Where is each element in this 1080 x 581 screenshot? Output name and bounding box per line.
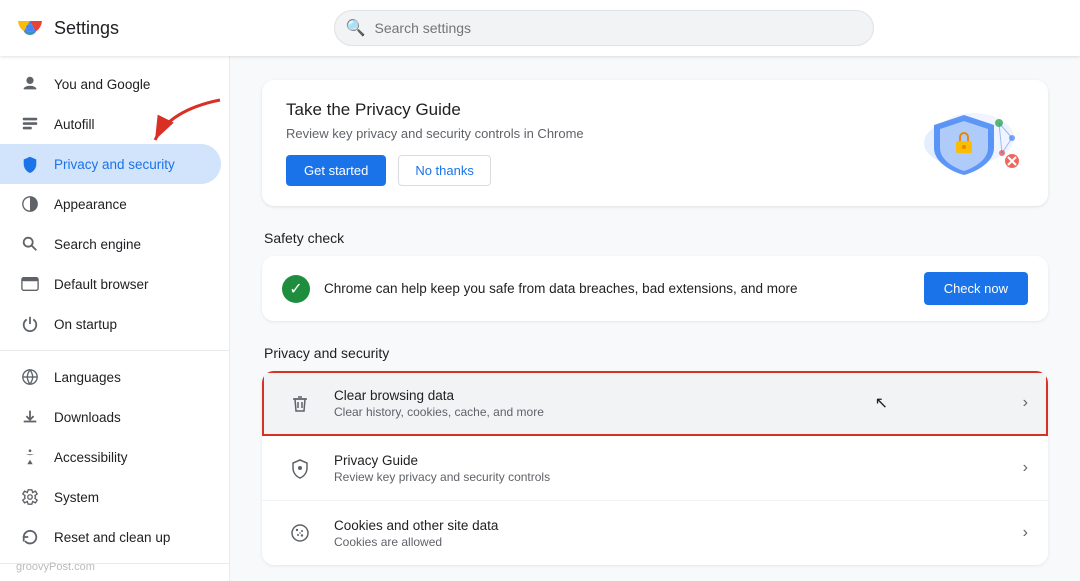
cookies-desc: Cookies are allowed (334, 535, 1015, 549)
privacy-guide-icon (282, 450, 318, 486)
chevron-right-icon-clear-browsing: › (1023, 394, 1028, 412)
browser-icon (20, 274, 40, 294)
chevron-right-icon-cookies: › (1023, 524, 1028, 542)
watermark: groovyPost.com (16, 561, 95, 573)
sidebar-item-languages[interactable]: Languages (0, 357, 221, 397)
sidebar-item-appearance[interactable]: Appearance (0, 184, 221, 224)
banner-title: Take the Privacy Guide (286, 100, 584, 120)
main-layout: You and Google Autofill Privacy and secu… (0, 56, 1080, 581)
trash-icon (282, 385, 318, 421)
sidebar-item-reset-and-clean-up[interactable]: Reset and clean up (0, 517, 221, 557)
sidebar-label-search-engine: Search engine (54, 237, 201, 252)
privacy-section-title: Privacy and security (262, 345, 1048, 361)
search-engine-icon (20, 234, 40, 254)
check-now-button[interactable]: Check now (924, 272, 1028, 305)
accessibility-icon (20, 447, 40, 467)
banner-description: Review key privacy and security controls… (286, 126, 584, 141)
content-area: Take the Privacy Guide Review key privac… (230, 56, 1080, 581)
language-icon (20, 367, 40, 387)
safety-check-section-title: Safety check (262, 230, 1048, 246)
shield-icon (20, 154, 40, 174)
search-input[interactable] (334, 10, 874, 46)
sidebar-item-accessibility[interactable]: Accessibility (0, 437, 221, 477)
chrome-logo-icon (16, 14, 44, 42)
sidebar-label-you-and-google: You and Google (54, 77, 201, 92)
sidebar: You and Google Autofill Privacy and secu… (0, 56, 230, 581)
header: Settings 🔍 (0, 0, 1080, 56)
privacy-guide-desc: Review key privacy and security controls (334, 470, 1015, 484)
chevron-right-icon-privacy-guide: › (1023, 459, 1028, 477)
sidebar-label-on-startup: On startup (54, 317, 201, 332)
clear-browsing-data-title: Clear browsing data (334, 388, 1015, 403)
sidebar-label-languages: Languages (54, 370, 201, 385)
banner-content: Take the Privacy Guide Review key privac… (286, 100, 584, 186)
sidebar-label-downloads: Downloads (54, 410, 201, 425)
sidebar-item-on-startup[interactable]: On startup (0, 304, 221, 344)
sidebar-item-you-and-google[interactable]: You and Google (0, 64, 221, 104)
person-icon (20, 74, 40, 94)
sidebar-divider-1 (0, 350, 229, 351)
privacy-section: Clear browsing data Clear history, cooki… (262, 371, 1048, 565)
autofill-icon (20, 114, 40, 134)
privacy-item-cookies[interactable]: Cookies and other site data Cookies are … (262, 501, 1048, 565)
cookies-title: Cookies and other site data (334, 518, 1015, 533)
sidebar-label-system: System (54, 490, 201, 505)
sidebar-label-default-browser: Default browser (54, 277, 201, 292)
banner-buttons: Get started No thanks (286, 155, 584, 186)
search-icon: 🔍 (346, 18, 366, 38)
power-icon (20, 314, 40, 334)
sidebar-item-system[interactable]: System (0, 477, 221, 517)
sidebar-label-reset: Reset and clean up (54, 530, 201, 545)
safety-check-text: Chrome can help keep you safe from data … (324, 281, 798, 296)
sidebar-item-default-browser[interactable]: Default browser (0, 264, 221, 304)
banner-text: Take the Privacy Guide Review key privac… (286, 100, 584, 186)
logo-area: Settings (16, 14, 119, 42)
privacy-guide-title: Privacy Guide (334, 453, 1015, 468)
sidebar-label-accessibility: Accessibility (54, 450, 201, 465)
reset-icon (20, 527, 40, 547)
safety-check-card: ✓ Chrome can help keep you safe from dat… (262, 256, 1048, 321)
sidebar-label-privacy-and-security: Privacy and security (54, 157, 201, 172)
cookie-icon (282, 515, 318, 551)
sidebar-item-downloads[interactable]: Downloads (0, 397, 221, 437)
sidebar-item-privacy-and-security[interactable]: Privacy and security (0, 144, 221, 184)
safety-check-left: ✓ Chrome can help keep you safe from dat… (282, 275, 798, 303)
app-title: Settings (54, 18, 119, 39)
clear-browsing-data-desc: Clear history, cookies, cache, and more (334, 405, 1015, 419)
appearance-icon (20, 194, 40, 214)
banner-illustration (904, 103, 1024, 183)
clear-browsing-data-text: Clear browsing data Clear history, cooki… (334, 388, 1015, 419)
sidebar-label-appearance: Appearance (54, 197, 201, 212)
cookies-text: Cookies and other site data Cookies are … (334, 518, 1015, 549)
privacy-guide-banner: Take the Privacy Guide Review key privac… (262, 80, 1048, 206)
sidebar-label-autofill: Autofill (54, 117, 201, 132)
system-icon (20, 487, 40, 507)
download-icon (20, 407, 40, 427)
search-bar[interactable]: 🔍 (334, 10, 874, 46)
privacy-item-clear-browsing-data[interactable]: Clear browsing data Clear history, cooki… (262, 371, 1048, 436)
safety-check-icon: ✓ (282, 275, 310, 303)
no-thanks-button[interactable]: No thanks (398, 155, 491, 186)
privacy-item-privacy-guide[interactable]: Privacy Guide Review key privacy and sec… (262, 436, 1048, 501)
sidebar-item-search-engine[interactable]: Search engine (0, 224, 221, 264)
get-started-button[interactable]: Get started (286, 155, 386, 186)
sidebar-item-autofill[interactable]: Autofill (0, 104, 221, 144)
privacy-guide-text: Privacy Guide Review key privacy and sec… (334, 453, 1015, 484)
